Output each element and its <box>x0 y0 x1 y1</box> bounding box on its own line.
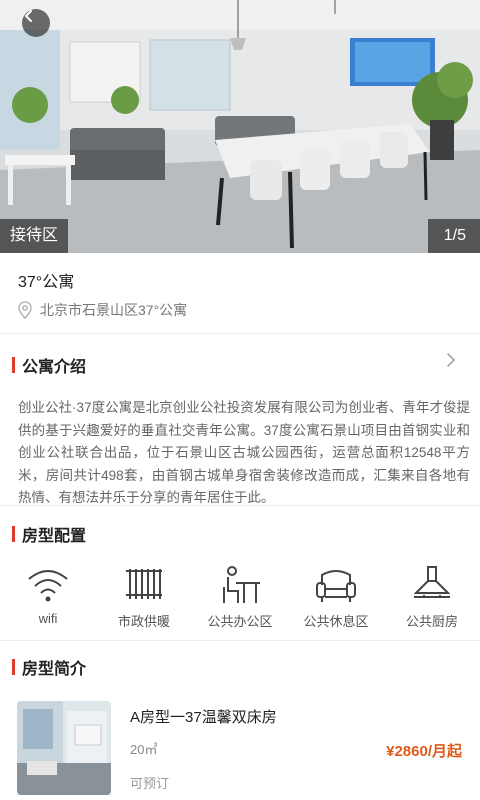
amenity-label: wifi <box>38 611 58 626</box>
apartment-title: 37°公寓 <box>18 274 75 291</box>
rooms-section-header: 房型简介 <box>12 655 86 679</box>
room-name: A房型一37温馨双床房 <box>130 709 277 726</box>
section-accent-bar <box>12 659 15 675</box>
lounge-photo <box>0 0 480 253</box>
room-thumbnail <box>17 701 111 795</box>
intro-section-header[interactable]: 公寓介绍 <box>12 353 86 377</box>
amenity-office: 公共办公区 <box>192 565 288 630</box>
amenity-label: 公共休息区 <box>303 614 369 629</box>
desk-icon <box>223 566 260 603</box>
intro-expand-button[interactable] <box>446 352 456 373</box>
address-text: 北京市石景山区37°公寓 <box>40 302 188 318</box>
hero-photo[interactable]: 接待区 1/5 <box>0 0 480 253</box>
location-pin-icon <box>18 301 32 319</box>
config-section-title: 房型配置 <box>22 528 87 545</box>
room-card[interactable]: A房型一37温馨双床房 20㎡ ¥2860/月起 可预订 <box>17 701 467 800</box>
room-area: 20㎡ <box>130 742 158 757</box>
radiator-icon <box>126 569 162 599</box>
back-button[interactable] <box>22 9 50 37</box>
section-accent-bar <box>12 526 15 542</box>
address-row: 北京市石景山区37°公寓 <box>18 300 187 320</box>
room-status: 可预订 <box>130 776 170 791</box>
chevron-left-icon <box>25 10 32 22</box>
divider <box>0 640 480 641</box>
section-accent-bar <box>12 357 15 373</box>
divider <box>0 333 480 334</box>
amenity-heating: 市政供暖 <box>96 565 192 630</box>
wifi-icon <box>28 570 68 602</box>
rooms-section-title: 房型简介 <box>22 661 87 678</box>
sofa-icon <box>316 570 356 602</box>
photo-area-label: 接待区 <box>0 219 69 253</box>
intro-section-title: 公寓介绍 <box>22 359 87 376</box>
amenity-lounge: 公共休息区 <box>288 565 384 630</box>
amenity-label: 市政供暖 <box>117 614 170 629</box>
config-section-header: 房型配置 <box>12 522 86 546</box>
divider <box>0 505 480 506</box>
amenity-kitchen: 公共厨房 <box>384 565 480 630</box>
amenity-label: 公共厨房 <box>405 614 458 629</box>
chevron-right-icon <box>447 353 455 367</box>
amenity-label: 公共办公区 <box>207 614 273 629</box>
room-price: ¥2860/月起 <box>386 743 462 760</box>
amenity-wifi: wifi <box>0 565 96 626</box>
amenity-list: wifi 市政供暖 公共办公区 公共休息区 公共厨房 <box>0 565 480 637</box>
intro-text: 创业公社·37度公寓是北京创业公社投资发展有限公司为创业者、青年才俊提供的基于兴… <box>18 400 470 505</box>
range-hood-icon <box>413 566 451 598</box>
photo-page-counter: 1/5 <box>427 219 480 253</box>
